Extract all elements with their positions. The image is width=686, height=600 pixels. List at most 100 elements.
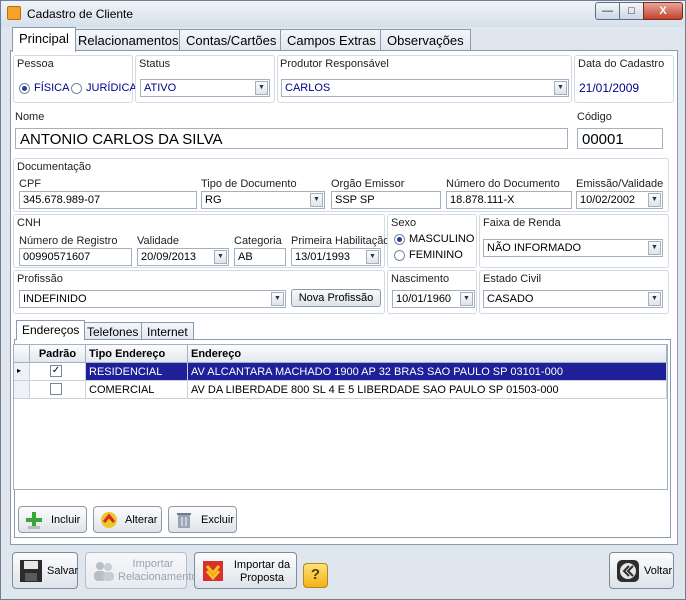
tab-contas-cartoes[interactable]: Contas/Cartões (179, 29, 284, 51)
chevron-down-icon[interactable]: ▼ (648, 292, 661, 306)
numero-registro-input[interactable]: 00990571607 (19, 248, 132, 266)
voltar-button[interactable]: Voltar (609, 552, 674, 589)
padrao-cell (30, 381, 86, 399)
chevron-down-icon[interactable]: ▼ (214, 250, 227, 264)
subtab-internet[interactable]: Internet (141, 322, 194, 340)
alterar-label: Alterar (125, 514, 158, 526)
pessoa-fisica-label: FÍSICA (34, 82, 70, 94)
numero-documento-input[interactable]: 18.878.111-X (446, 191, 572, 209)
enderecos-grid: Padrão Tipo Endereço Endereço ▸ ✓ RESIDE… (13, 344, 668, 490)
renda-label: Faixa de Renda (483, 217, 561, 229)
sexo-feminino-radio[interactable] (394, 250, 405, 261)
sexo-masculino-radio[interactable] (394, 234, 405, 245)
chevron-down-icon[interactable]: ▼ (554, 81, 567, 95)
estado-civil-value: CASADO (487, 293, 534, 305)
categoria-label: Categoria (234, 235, 282, 247)
nome-input[interactable]: ANTONIO CARLOS DA SILVA (15, 128, 568, 149)
tipo-cell: RESIDENCIAL (86, 363, 188, 381)
subtab-enderecos[interactable]: Endereços (16, 320, 86, 340)
chevron-down-icon[interactable]: ▼ (271, 292, 284, 306)
tab-campos-extras[interactable]: Campos Extras (280, 29, 383, 51)
validade-value: 20/09/2013 (141, 251, 197, 263)
grid-header-endereco[interactable]: Endereço (188, 345, 667, 363)
importar-relacionamento-button[interactable]: Importar Relacionamento (85, 552, 198, 589)
pessoa-fisica-radio[interactable] (19, 83, 30, 94)
excluir-button[interactable]: Excluir (168, 506, 237, 533)
chevron-down-icon[interactable]: ▼ (366, 250, 379, 264)
tab-principal[interactable]: Principal (12, 27, 76, 52)
title-bar[interactable]: Cadastro de Cliente — □ X (1, 1, 685, 27)
nome-label: Nome (15, 111, 45, 123)
status-select[interactable]: ATIVO ▼ (140, 79, 270, 97)
help-button[interactable]: ? (303, 563, 328, 588)
codigo-input[interactable]: 00001 (577, 128, 663, 149)
close-button[interactable]: X (643, 2, 683, 20)
pessoa-juridica-radio[interactable] (71, 83, 82, 94)
incluir-button[interactable]: Incluir (18, 506, 87, 533)
cpf-label: CPF (19, 178, 41, 190)
profissao-value: INDEFINIDO (23, 293, 87, 305)
padrao-cell: ✓ (30, 363, 86, 381)
estado-civil-select[interactable]: CASADO ▼ (483, 290, 663, 308)
primeira-habilitacao-label: Primeira Habilitação (291, 235, 390, 247)
primeira-habilitacao-picker[interactable]: 13/01/1993 ▼ (291, 248, 381, 266)
cadastro-cliente-window: Cadastro de Cliente — □ X Principal Rela… (0, 0, 686, 600)
codigo-label: Código (577, 111, 612, 123)
chevron-down-icon[interactable]: ▼ (460, 292, 473, 306)
produtor-label: Produtor Responsável (280, 58, 389, 70)
chevron-down-icon[interactable]: ▼ (648, 241, 661, 255)
chevron-down-icon[interactable]: ▼ (310, 193, 323, 207)
categoria-input[interactable]: AB (234, 248, 286, 266)
emissao-validade-value: 10/02/2002 (580, 194, 636, 206)
produtor-select[interactable]: CARLOS ▼ (281, 79, 569, 97)
tab-observacoes[interactable]: Observações (380, 29, 471, 51)
endereco-cell: AV DA LIBERDADE 800 SL 4 E 5 LIBERDADE S… (188, 381, 667, 399)
validade-label: Validade (137, 235, 179, 247)
nova-profissao-button[interactable]: Nova Profissão (291, 289, 381, 307)
nascimento-value: 10/01/1960 (396, 293, 452, 305)
status-value: ATIVO (144, 82, 177, 94)
nascimento-label: Nascimento (391, 273, 450, 285)
profissao-select[interactable]: INDEFINIDO ▼ (19, 290, 286, 308)
validade-picker[interactable]: 20/09/2013 ▼ (137, 248, 229, 266)
estado-civil-label: Estado Civil (483, 273, 542, 285)
chevron-down-icon[interactable]: ▼ (255, 81, 268, 95)
data-cadastro-value: 21/01/2009 (579, 81, 640, 95)
importar-proposta-button[interactable]: Importar da Proposta (194, 552, 297, 589)
renda-select[interactable]: NÃO INFORMADO ▼ (483, 239, 663, 257)
primeira-habilitacao-value: 13/01/1993 (295, 251, 351, 263)
sexo-feminino-label: FEMININO (409, 249, 463, 261)
cnh-label: CNH (17, 217, 41, 229)
tab-relacionamentos[interactable]: Relacionamentos (71, 29, 186, 51)
orgao-emissor-input[interactable]: SSP SP (331, 191, 441, 209)
profissao-label: Profissão (17, 273, 63, 285)
importar-relacionamento-label-2: Relacionamento (118, 571, 198, 583)
minimize-button[interactable]: — (595, 2, 620, 20)
renda-value: NÃO INFORMADO (487, 242, 582, 254)
incluir-label: Incluir (51, 514, 81, 526)
grid-header-tipo[interactable]: Tipo Endereço (86, 345, 188, 363)
back-icon (617, 560, 639, 582)
numero-documento-label: Número do Documento (446, 178, 560, 190)
window-title: Cadastro de Cliente (27, 7, 134, 21)
tipo-cell: COMERCIAL (86, 381, 188, 399)
importar-relacionamento-label-1: Importar (132, 558, 174, 570)
numero-registro-label: Número de Registro (19, 235, 118, 247)
import-icon (203, 561, 223, 581)
padrao-checkbox[interactable]: ✓ (50, 365, 62, 377)
grid-header-padrao[interactable]: Padrão (30, 345, 86, 363)
alterar-button[interactable]: Alterar (93, 506, 162, 533)
nascimento-picker[interactable]: 10/01/1960 ▼ (392, 290, 475, 308)
chevron-down-icon[interactable]: ▼ (648, 193, 661, 207)
padrao-checkbox[interactable] (50, 383, 62, 395)
cpf-input[interactable]: 345.678.989-07 (19, 191, 197, 209)
orgao-emissor-label: Orgão Emissor (331, 178, 405, 190)
endereco-cell: AV ALCANTARA MACHADO 1900 AP 32 BRAS SAO… (188, 363, 667, 381)
salvar-button[interactable]: Salvar (12, 552, 78, 589)
grid-row-header (14, 345, 30, 363)
subtab-telefones[interactable]: Telefones (81, 322, 145, 340)
maximize-button[interactable]: □ (619, 2, 644, 20)
importar-proposta-label-2: Proposta (239, 572, 285, 584)
emissao-validade-picker[interactable]: 10/02/2002 ▼ (576, 191, 663, 209)
tipo-documento-select[interactable]: RG ▼ (201, 191, 325, 209)
